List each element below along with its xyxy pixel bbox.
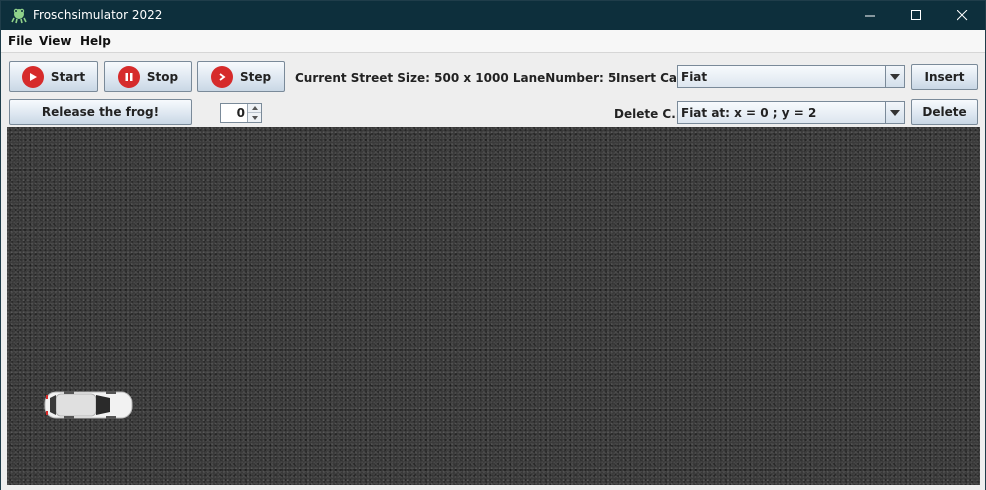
step-button[interactable]: Step	[197, 61, 285, 92]
insert-button[interactable]: Insert	[911, 64, 978, 90]
spinner-up-button[interactable]	[248, 104, 261, 113]
start-button[interactable]: Start	[9, 61, 98, 92]
window-title: Froschsimulator 2022	[33, 8, 163, 22]
delete-label: Delete	[922, 105, 967, 119]
delete-car-label: Delete C...	[614, 107, 685, 121]
step-label: Step	[239, 69, 272, 84]
delete-car-select[interactable]: Fiat at: x = 0 ; y = 2	[677, 101, 905, 124]
control-toolbar: Start Stop Step Current Street Size: 500…	[1, 52, 985, 127]
app-window: Froschsimulator 2022 File View Help Star…	[0, 0, 986, 490]
chevron-down-icon	[251, 115, 258, 120]
car-sprite[interactable]	[44, 389, 134, 421]
dropdown-arrow-button[interactable]	[885, 102, 904, 123]
pause-icon	[117, 65, 140, 88]
insert-label: Insert	[924, 70, 965, 84]
maximize-button[interactable]	[893, 1, 939, 30]
start-label: Start	[50, 69, 86, 84]
stop-label: Stop	[146, 69, 179, 84]
minimize-button[interactable]	[847, 1, 893, 30]
spinner-value: 0	[236, 106, 245, 120]
delete-car-selected: Fiat at: x = 0 ; y = 2	[681, 106, 817, 120]
frog-app-icon	[11, 8, 27, 24]
close-icon	[956, 10, 967, 21]
minimize-icon	[864, 15, 875, 17]
menu-file[interactable]: File	[8, 34, 33, 48]
street-canvas[interactable]	[7, 127, 980, 485]
step-forward-icon	[210, 65, 233, 88]
menu-help[interactable]: Help	[80, 34, 111, 48]
spinner-arrows	[247, 104, 261, 122]
chevron-down-icon	[890, 73, 900, 80]
menu-bar: File View Help	[1, 30, 985, 52]
number-spinner[interactable]: 0	[220, 103, 262, 123]
chevron-up-icon	[251, 106, 258, 110]
insert-car-select[interactable]: Fiat	[677, 65, 905, 88]
insert-car-selected: Fiat	[681, 70, 708, 84]
chevron-down-icon	[890, 109, 900, 116]
release-frog-button[interactable]: Release the frog!	[9, 99, 192, 125]
menu-view[interactable]: View	[39, 34, 71, 48]
play-icon	[21, 65, 44, 88]
close-window-button[interactable]	[939, 1, 985, 30]
delete-button[interactable]: Delete	[911, 99, 978, 125]
maximize-icon	[910, 10, 921, 20]
insert-car-label: Insert Car	[616, 71, 683, 85]
street-size-status: Current Street Size: 500 x 1000 LaneNumb…	[295, 71, 617, 85]
window-bottom-border	[1, 485, 985, 490]
spinner-down-button[interactable]	[248, 113, 261, 122]
title-bar[interactable]: Froschsimulator 2022	[1, 1, 985, 30]
dropdown-arrow-button[interactable]	[885, 66, 904, 87]
stop-button[interactable]: Stop	[104, 61, 192, 92]
release-frog-label: Release the frog!	[41, 105, 160, 119]
